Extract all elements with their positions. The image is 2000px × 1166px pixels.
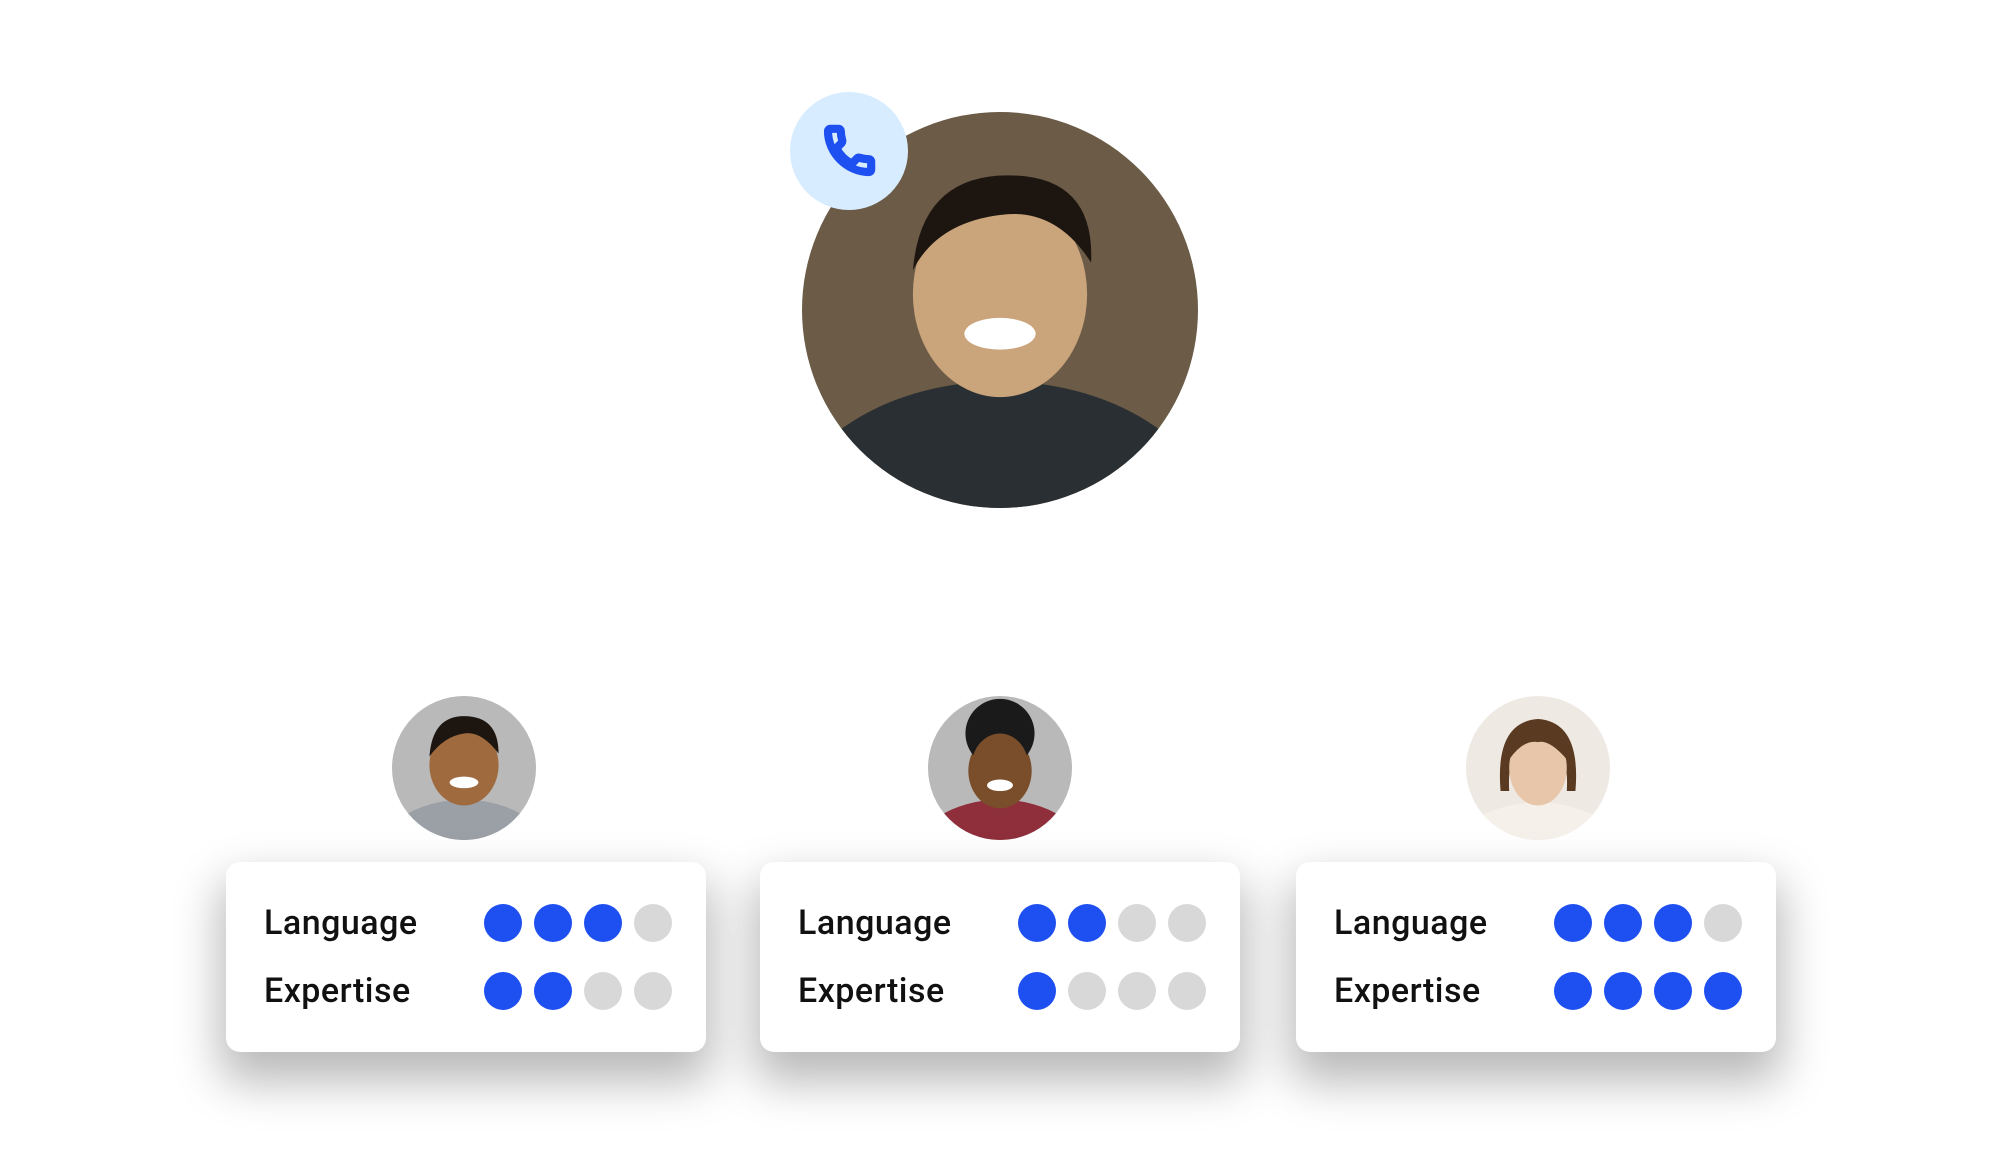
agent-2-expertise-row: Expertise xyxy=(798,971,1206,1011)
agent-3-expertise-dots xyxy=(1554,972,1742,1010)
agent-2-avatar xyxy=(920,688,1080,848)
label-expertise: Expertise xyxy=(264,971,411,1011)
agent-2-skill-card: Language Expertise xyxy=(760,862,1240,1052)
agent-1-skill-card: Language Expertise xyxy=(226,862,706,1052)
score-dot xyxy=(634,904,672,942)
score-dot xyxy=(534,972,572,1010)
score-dot xyxy=(584,904,622,942)
agent-2-portrait xyxy=(928,696,1072,840)
score-dot xyxy=(1704,972,1742,1010)
agent-1-language-row: Language xyxy=(264,903,672,943)
label-language: Language xyxy=(798,903,952,943)
agent-3-skill-card: Language Expertise xyxy=(1296,862,1776,1052)
connector-trunk xyxy=(998,518,1002,638)
agent-3-expertise-row: Expertise xyxy=(1334,971,1742,1011)
call-badge xyxy=(790,92,908,210)
agent-1-expertise-row: Expertise xyxy=(264,971,672,1011)
score-dot xyxy=(484,904,522,942)
score-dot xyxy=(1654,972,1692,1010)
agent-2-language-row: Language xyxy=(798,903,1206,943)
score-dot xyxy=(1068,904,1106,942)
phone-icon xyxy=(821,123,877,179)
score-dot xyxy=(1654,904,1692,942)
score-dot xyxy=(1604,972,1642,1010)
agent-2-language-dots xyxy=(1018,904,1206,942)
label-language: Language xyxy=(264,903,418,943)
agent-3-avatar xyxy=(1458,688,1618,848)
score-dot xyxy=(1554,972,1592,1010)
agent-3-portrait xyxy=(1466,696,1610,840)
score-dot xyxy=(1168,904,1206,942)
score-dot xyxy=(1018,904,1056,942)
score-dot xyxy=(1604,904,1642,942)
score-dot xyxy=(1704,904,1742,942)
agent-3-language-dots xyxy=(1554,904,1742,942)
agent-1-expertise-dots xyxy=(484,972,672,1010)
agent-3-language-row: Language xyxy=(1334,903,1742,943)
agent-2-expertise-dots xyxy=(1018,972,1206,1010)
score-dot xyxy=(484,972,522,1010)
label-expertise: Expertise xyxy=(798,971,945,1011)
score-dot xyxy=(634,972,672,1010)
routing-diagram: Language Expertise Language Expertise La… xyxy=(0,0,2000,1166)
score-dot xyxy=(534,904,572,942)
score-dot xyxy=(1118,972,1156,1010)
agent-1-avatar xyxy=(384,688,544,848)
score-dot xyxy=(584,972,622,1010)
score-dot xyxy=(1018,972,1056,1010)
label-language: Language xyxy=(1334,903,1488,943)
score-dot xyxy=(1168,972,1206,1010)
agent-1-portrait xyxy=(392,696,536,840)
agent-1-language-dots xyxy=(484,904,672,942)
label-expertise: Expertise xyxy=(1334,971,1481,1011)
score-dot xyxy=(1554,904,1592,942)
score-dot xyxy=(1118,904,1156,942)
score-dot xyxy=(1068,972,1106,1010)
